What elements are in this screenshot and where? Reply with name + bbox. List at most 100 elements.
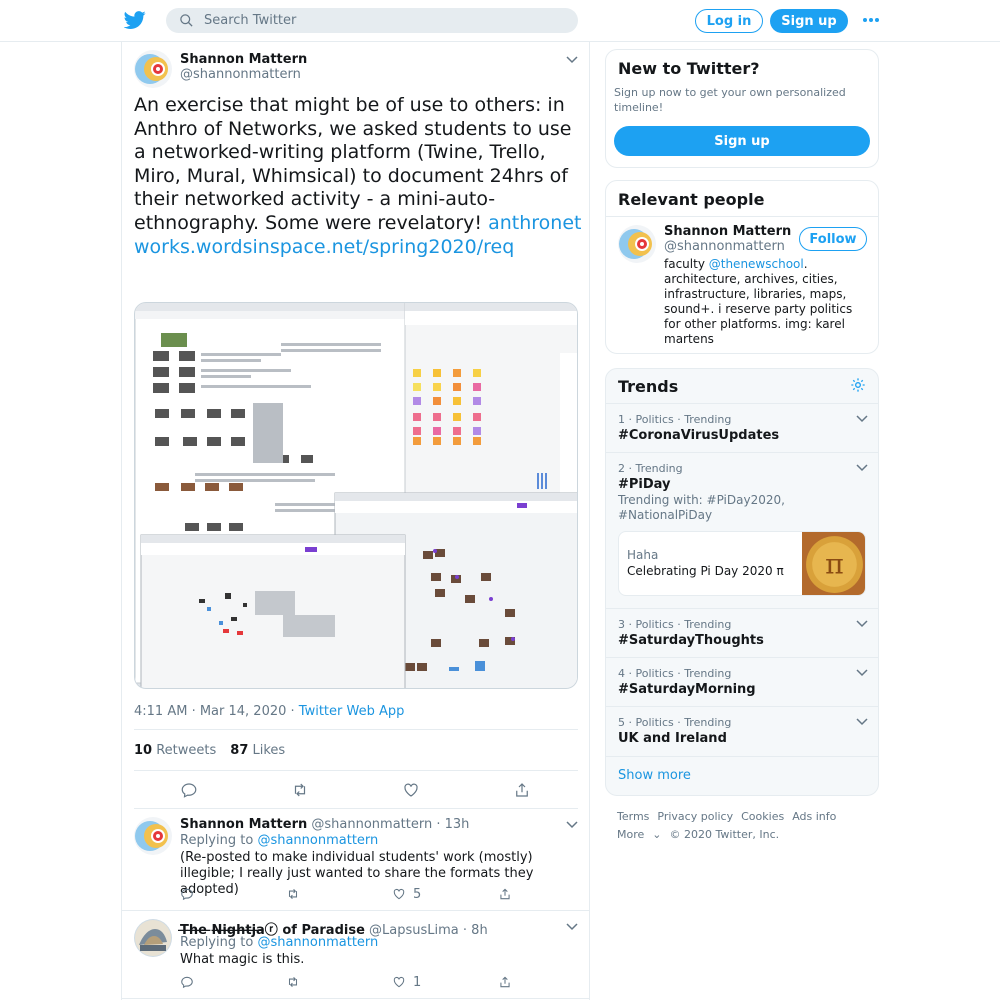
tweet-timestamp[interactable]: 4:11 AM · Mar 14, 2020 ·	[134, 704, 299, 719]
footer-link-ads[interactable]: Ads info	[792, 810, 836, 823]
likes-stat[interactable]: 87 Likes	[230, 743, 285, 758]
pie-image: π	[802, 532, 865, 595]
trend-name: #SaturdayThoughts	[618, 633, 764, 648]
chevron-down-icon[interactable]	[856, 620, 868, 628]
reply-author-name[interactable]: Shannon Mattern	[180, 817, 307, 832]
chevron-down-icon[interactable]	[566, 923, 578, 931]
relevant-person-handle[interactable]: @shannonmattern	[664, 239, 785, 254]
new-to-twitter-card: New to Twitter? Sign up now to get your …	[605, 49, 879, 168]
tweet-media[interactable]	[134, 302, 578, 689]
tweet-stats: 10 Retweets 87 Likes	[134, 729, 578, 771]
avatar[interactable]	[134, 50, 172, 88]
retweets-stat[interactable]: 10 Retweets	[134, 743, 216, 758]
chevron-down-icon[interactable]	[856, 718, 868, 726]
new-to-twitter-subtitle: Sign up now to get your own personalized…	[614, 86, 846, 114]
login-button[interactable]: Log in	[695, 9, 763, 33]
relevant-person-name[interactable]: Shannon Mattern	[664, 224, 791, 239]
trend-name: #SaturdayMorning	[618, 682, 756, 697]
footer-more-link[interactable]: More ⌄	[617, 828, 662, 841]
reply-text: What magic is this.	[180, 952, 305, 967]
relevant-people-title: Relevant people	[618, 190, 765, 209]
like-icon[interactable]	[392, 887, 406, 901]
footer-link-terms[interactable]: Terms	[617, 810, 649, 823]
trend-name: #CoronaVirusUpdates	[618, 428, 780, 443]
reply-likes-count: 5	[413, 887, 422, 902]
retweet-icon[interactable]	[286, 887, 300, 901]
reply-icon[interactable]	[180, 781, 198, 799]
signup-button[interactable]: Sign up	[770, 9, 848, 33]
chevron-down-icon[interactable]	[856, 415, 868, 423]
trend-context: 1 · Politics · Trending	[618, 413, 732, 426]
follow-button[interactable]: Follow	[799, 227, 867, 251]
retweets-label: Retweets	[156, 742, 217, 758]
tweet-source-link[interactable]: Twitter Web App	[299, 704, 405, 719]
reply-likes-count: 1	[413, 975, 422, 990]
footer-more-label: More	[617, 828, 645, 841]
share-icon[interactable]	[498, 975, 512, 989]
settings-icon[interactable]	[850, 377, 866, 393]
main-column: Shannon Mattern @shannonmattern An exerc…	[121, 42, 590, 1000]
trend-context: 4 · Politics · Trending	[618, 667, 732, 680]
trend-name: #PiDay	[618, 477, 671, 492]
reply-author-handle[interactable]: @shannonmattern · 13h	[311, 817, 469, 832]
retweet-icon[interactable]	[291, 781, 309, 799]
likes-count: 87	[230, 742, 249, 758]
avatar[interactable]	[618, 225, 656, 263]
trend-item[interactable]: 4 · Politics · Trending #SaturdayMorning	[606, 657, 878, 706]
replying-to-label: Replying to	[180, 935, 258, 950]
search-bar[interactable]	[166, 8, 578, 33]
chevron-down-icon[interactable]	[856, 669, 868, 677]
reply-author-handle[interactable]: @LapsusLima · 8h	[369, 923, 488, 938]
retweets-count: 10	[134, 742, 153, 758]
replying-to-handle[interactable]: @shannonmattern	[257, 935, 378, 950]
trend-item[interactable]: 1 · Politics · Trending #CoronaVirusUpda…	[606, 403, 878, 452]
trends-card: Trends 1 · Politics · Trending #CoronaVi…	[605, 368, 879, 796]
replying-to-handle[interactable]: @shannonmattern	[257, 833, 378, 848]
reply-tweet[interactable]: T̶h̶e̶ ̶N̶i̶g̶h̶t̶j̶a̶ⓡ of Paradise @Lap…	[122, 911, 589, 999]
chevron-down-icon[interactable]	[566, 56, 578, 64]
likes-label: Likes	[252, 742, 286, 758]
show-more-row[interactable]: Show more	[606, 756, 878, 795]
signup-button[interactable]: Sign up	[614, 126, 870, 156]
relevant-people-card: Relevant people Shannon Mattern @shannon…	[605, 180, 879, 354]
chevron-down-icon[interactable]	[566, 821, 578, 829]
relevant-person-bio: faculty @thenewschool. architecture, arc…	[664, 257, 864, 347]
author-handle[interactable]: @shannonmattern	[180, 67, 301, 82]
trending-with: Trending with: #PiDay2020, #NationalPiDa…	[618, 493, 785, 522]
reply-icon[interactable]	[180, 975, 194, 989]
trend-name: UK and Ireland	[618, 731, 727, 746]
footer-link-cookies[interactable]: Cookies	[741, 810, 784, 823]
chevron-down-icon[interactable]	[856, 464, 868, 472]
like-icon[interactable]	[402, 781, 420, 799]
show-more-link[interactable]: Show more	[618, 768, 691, 783]
trend-item[interactable]: 5 · Politics · Trending UK and Ireland	[606, 706, 878, 756]
tweet-text: An exercise that might be of use to othe…	[134, 94, 584, 259]
twitter-bird-icon[interactable]	[124, 9, 146, 31]
tweet-meta: 4:11 AM · Mar 14, 2020 · Twitter Web App	[134, 704, 404, 719]
trend-context: 5 · Politics · Trending	[618, 716, 732, 729]
avatar[interactable]	[134, 817, 172, 855]
share-icon[interactable]	[498, 887, 512, 901]
search-input[interactable]	[204, 11, 564, 30]
svg-text:π: π	[825, 548, 844, 581]
reply-icon[interactable]	[180, 887, 194, 901]
avatar[interactable]	[134, 919, 172, 957]
divider	[606, 216, 878, 217]
footer-more-row: More ⌄ © 2020 Twitter, Inc.	[617, 828, 787, 841]
reply-tweet[interactable]: Shannon Mattern @shannonmattern · 13h Re…	[122, 809, 589, 911]
bio-mention-link[interactable]: @thenewschool	[709, 257, 804, 271]
more-icon[interactable]	[862, 12, 880, 28]
new-to-twitter-title: New to Twitter?	[618, 59, 760, 78]
replying-to-label: Replying to	[180, 833, 258, 848]
moment-title: Celebrating Pi Day 2020 π	[627, 564, 784, 578]
trend-item[interactable]: 3 · Politics · Trending #SaturdayThought…	[606, 608, 878, 657]
moment-label: Haha	[627, 548, 659, 562]
footer-copyright: © 2020 Twitter, Inc.	[669, 828, 780, 841]
moment-card[interactable]: Haha Celebrating Pi Day 2020 π π	[618, 531, 866, 596]
footer-link-privacy[interactable]: Privacy policy	[657, 810, 733, 823]
author-name[interactable]: Shannon Mattern	[180, 52, 307, 67]
share-icon[interactable]	[513, 781, 531, 799]
like-icon[interactable]	[392, 975, 406, 989]
trend-item[interactable]: 2 · Trending #PiDay Trending with: #PiDa…	[606, 452, 878, 608]
retweet-icon[interactable]	[286, 975, 300, 989]
